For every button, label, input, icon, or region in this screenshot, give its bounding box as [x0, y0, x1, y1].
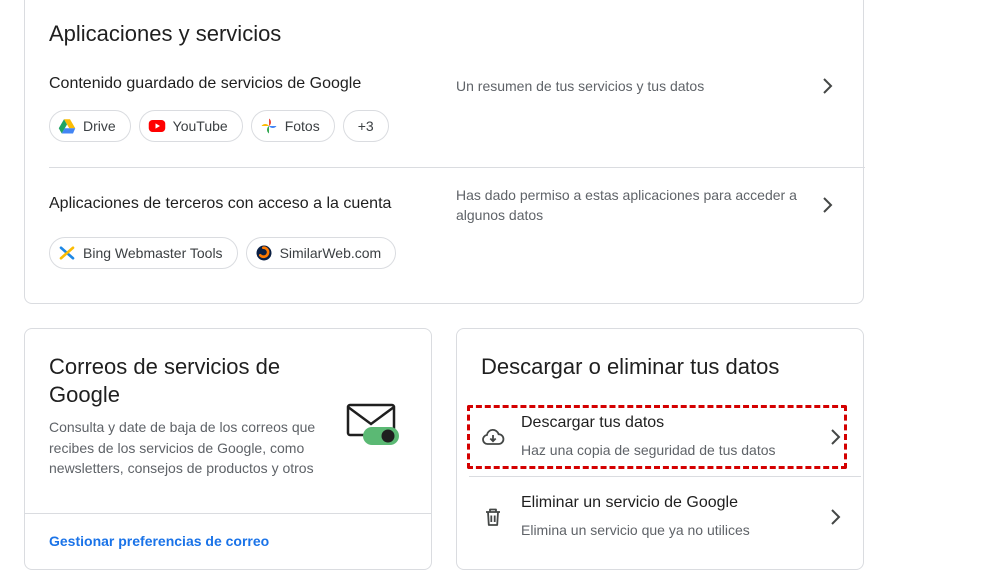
- cloud-download-icon: [482, 429, 505, 445]
- apps-services-card: Aplicaciones y servicios Contenido guard…: [24, 0, 865, 304]
- third-party-label: Aplicaciones de terceros con acceso a la…: [49, 195, 392, 212]
- chevron-right-icon: [823, 197, 833, 213]
- delete-service-title: Eliminar un servicio de Google: [521, 494, 738, 511]
- youtube-icon: [148, 120, 165, 132]
- drive-icon: [58, 119, 76, 134]
- chevron-right-icon: [823, 78, 833, 94]
- apps-services-title: Aplicaciones y servicios: [49, 21, 282, 46]
- chip-more[interactable]: +3: [342, 110, 389, 142]
- chevron-right-icon: [831, 429, 841, 445]
- download-data-subtitle: Haz una copia de seguridad de tus datos: [521, 442, 776, 458]
- delete-service-subtitle: Elimina un servicio que ya no utilices: [521, 522, 750, 538]
- download-divider: [469, 476, 861, 477]
- download-delete-card: Descargar o eliminar tus datos Descargar…: [456, 328, 864, 570]
- google-service-chips: Drive YouTube Fotos +3: [49, 110, 389, 142]
- chip-similarweb-label: SimilarWeb.com: [279, 245, 382, 261]
- google-emails-title: Correos de servicios de Google: [49, 354, 281, 407]
- google-emails-description: Consulta y date de baja de los correos q…: [49, 419, 316, 476]
- third-party-description: Has dado permiso a estas aplicaciones pa…: [456, 187, 797, 223]
- similarweb-icon: [256, 245, 272, 261]
- chip-fotos[interactable]: Fotos: [250, 110, 335, 142]
- chip-drive-label: Drive: [83, 118, 116, 134]
- photos-icon: [261, 118, 277, 134]
- manage-email-preferences-link[interactable]: Gestionar preferencias de correo: [49, 533, 269, 549]
- delete-service-row[interactable]: Eliminar un servicio de Google Elimina u…: [469, 486, 849, 548]
- chip-bing-label: Bing Webmaster Tools: [83, 245, 223, 261]
- chip-fotos-label: Fotos: [284, 118, 320, 134]
- chip-more-label: +3: [357, 118, 374, 134]
- download-data-title: Descargar tus datos: [521, 414, 665, 431]
- email-toggle-illustration-icon: [346, 403, 399, 445]
- google-content-row[interactable]: Contenido guardado de servicios de Googl…: [25, 60, 863, 166]
- chip-similarweb[interactable]: SimilarWeb.com: [245, 237, 397, 269]
- download-data-row[interactable]: Descargar tus datos Haz una copia de seg…: [469, 406, 849, 468]
- download-delete-title: Descargar o eliminar tus datos: [481, 354, 780, 379]
- google-content-label: Contenido guardado de servicios de Googl…: [49, 75, 362, 92]
- chip-youtube[interactable]: YouTube: [138, 110, 243, 142]
- google-emails-card: Correos de servicios de Google Consulta …: [24, 328, 432, 570]
- trash-icon: [486, 508, 500, 526]
- google-content-description: Un resumen de tus servicios y tus datos: [456, 78, 705, 94]
- chip-drive[interactable]: Drive: [49, 110, 131, 142]
- chip-youtube-label: YouTube: [172, 118, 228, 134]
- chip-bing-webmaster-tools[interactable]: Bing Webmaster Tools: [49, 237, 238, 269]
- chevron-right-icon: [831, 509, 841, 525]
- email-divider: [25, 513, 431, 514]
- bing-webmaster-icon: [59, 246, 75, 260]
- third-party-chips: Bing Webmaster Tools SimilarWeb.com: [49, 237, 397, 269]
- third-party-row[interactable]: Aplicaciones de terceros con acceso a la…: [25, 168, 863, 300]
